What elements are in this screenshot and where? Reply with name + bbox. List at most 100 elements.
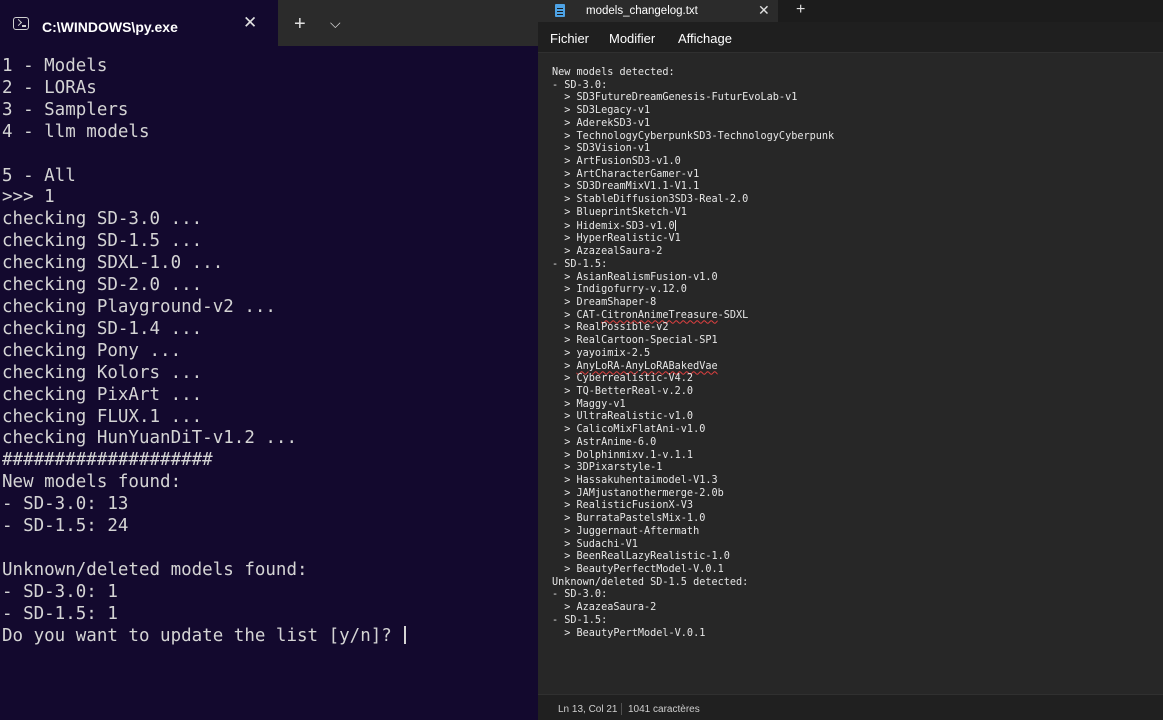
- notepad-line: > Dolphinmixv.1-v.1.1: [552, 449, 694, 461]
- notepad-line: > RealPossible-v2: [552, 322, 669, 334]
- terminal-line: - SD-1.5: 24: [2, 516, 129, 537]
- terminal-line: 4 - llm models: [2, 121, 150, 142]
- close-icon[interactable]: ✕: [243, 13, 257, 33]
- notepad-menu-bar: Fichier Modifier Affichage: [538, 22, 1163, 53]
- terminal-line: checking PixArt ...: [2, 384, 203, 405]
- notepad-line: > Hidemix-SD3-v1.0: [552, 219, 676, 232]
- menu-affichage[interactable]: Affichage: [678, 31, 732, 46]
- notepad-line: - SD-3.0:: [552, 79, 608, 91]
- notepad-line: > yayoimix-2.5: [552, 347, 651, 359]
- notepad-line: > JAMjustanothermerge-2.0b: [552, 487, 724, 499]
- notepad-line: > AzazeaSaura-2: [552, 602, 657, 614]
- notepad-line: > AzazealSaura-2: [552, 246, 663, 258]
- terminal-line: Do you want to update the list [y/n]?: [2, 625, 403, 646]
- spellcheck-underline: AnyLoRA-AnyLoRABakedVae: [576, 360, 718, 372]
- notepad-line: > Cyberrealistic-V4.2: [552, 373, 694, 385]
- terminal-line: Unknown/deleted models found:: [2, 559, 308, 580]
- terminal-tab-bar: C:\WINDOWS\py.exe ✕ + ⌵: [0, 0, 538, 46]
- text-caret: [674, 219, 676, 231]
- terminal-line: checking HunYuanDiT-v1.2 ...: [2, 428, 298, 449]
- notepad-line: New models detected:: [552, 67, 675, 78]
- notepad-line: > BlueprintSketch-V1: [552, 206, 687, 218]
- spellcheck-underline: CitronAnimeTreasure: [601, 309, 718, 321]
- terminal-line: ####################: [2, 450, 213, 471]
- notepad-line: > TQ-BetterReal-v.2.0: [552, 385, 694, 397]
- text-cursor: [404, 625, 407, 644]
- notepad-line: > SD3FutureDreamGenesis-FuturEvoLab-v1: [552, 92, 798, 104]
- terminal-line: 2 - LORAs: [2, 77, 97, 98]
- notepad-line: > AsianRealismFusion-v1.0: [552, 271, 718, 283]
- notepad-line: > BeautyPertModel-V.0.1: [552, 627, 706, 639]
- notepad-line: Unknown/deleted SD-1.5 detected:: [552, 576, 749, 588]
- notepad-line: > ArtCharacterGamer-v1: [552, 168, 700, 180]
- notepad-line: > Juggernaut-Aftermath: [552, 525, 700, 537]
- terminal-line: checking SD-3.0 ...: [2, 209, 203, 230]
- terminal-icon: [13, 17, 29, 30]
- notepad-line: > UltraRealistic-v1.0: [552, 411, 694, 423]
- terminal-line: - SD-3.0: 13: [2, 494, 129, 515]
- terminal-line: checking Playground-v2 ...: [2, 296, 276, 317]
- notepad-line: > SD3Legacy-v1: [552, 105, 651, 117]
- notepad-line: > AstrAnime-6.0: [552, 436, 657, 448]
- terminal-line: checking SD-1.4 ...: [2, 318, 203, 339]
- notepad-line: - SD-1.5:: [552, 258, 608, 270]
- terminal-tab-title: C:\WINDOWS\py.exe: [42, 19, 178, 35]
- notepad-line: > BurrataPastelsMix-1.0: [552, 513, 706, 525]
- notepad-line: > Indigofurry-v.12.0: [552, 284, 687, 296]
- terminal-line: New models found:: [2, 472, 182, 493]
- notepad-line: > CalicoMixFlatAni-v1.0: [552, 424, 706, 436]
- notepad-status-bar: Ln 13, Col 21 1041 caractères: [538, 694, 1163, 720]
- terminal-tab[interactable]: C:\WINDOWS\py.exe ✕: [0, 0, 278, 46]
- terminal-line: - SD-3.0: 1: [2, 581, 118, 602]
- notepad-line: > DreamShaper-8: [552, 296, 657, 308]
- terminal-line: checking Pony ...: [2, 340, 182, 361]
- notepad-line: > HyperRealistic-V1: [552, 233, 681, 245]
- status-character-count: 1041 caractères: [628, 704, 700, 715]
- terminal-line: checking FLUX.1 ...: [2, 406, 203, 427]
- chevron-down-icon[interactable]: ⌵: [330, 15, 341, 32]
- new-tab-button[interactable]: +: [294, 13, 306, 36]
- notepad-tab-title: models_changelog.txt: [586, 5, 698, 17]
- notepad-line: > SD3DreamMixV1.1-V1.1: [552, 181, 700, 193]
- terminal-line: 1 - Models: [2, 56, 108, 76]
- terminal-line: checking SDXL-1.0 ...: [2, 253, 224, 274]
- notepad-line: - SD-3.0:: [552, 589, 608, 601]
- notepad-line: > Sudachi-V1: [552, 538, 638, 550]
- close-icon[interactable]: ✕: [758, 2, 770, 19]
- notepad-file-icon: [555, 4, 565, 17]
- notepad-line: > ArtFusionSD3-v1.0: [552, 156, 681, 168]
- terminal-output[interactable]: 1 - Models 2 - LORAs 3 - Samplers 4 - ll…: [0, 46, 538, 720]
- notepad-editor[interactable]: New models detected: - SD-3.0: > SD3Futu…: [538, 53, 1163, 694]
- notepad-line: > AderekSD3-v1: [552, 117, 651, 129]
- terminal-text: 1 - Models 2 - LORAs 3 - Samplers 4 - ll…: [2, 56, 407, 647]
- terminal-line: - SD-1.5: 1: [2, 603, 118, 624]
- terminal-window: C:\WINDOWS\py.exe ✕ + ⌵ 1 - Models 2 - L…: [0, 0, 538, 720]
- notepad-line: > CAT-CitronAnimeTreasure-SDXL: [552, 309, 749, 321]
- notepad-tab[interactable]: models_changelog.txt ✕: [538, 0, 778, 22]
- notepad-line: > RealisticFusionX-V3: [552, 500, 694, 512]
- notepad-window: models_changelog.txt ✕ + Fichier Modifie…: [538, 0, 1163, 720]
- notepad-line: > AnyLoRA-AnyLoRABakedVae: [552, 360, 718, 372]
- terminal-line: >>> 1: [2, 187, 55, 208]
- notepad-line: > 3DPixarstyle-1: [552, 462, 663, 474]
- terminal-line: checking SD-1.5 ...: [2, 231, 203, 252]
- notepad-line: > TechnologyCyberpunkSD3-TechnologyCyber…: [552, 130, 835, 142]
- notepad-tab-bar: models_changelog.txt ✕ +: [538, 0, 1163, 22]
- menu-modifier[interactable]: Modifier: [609, 31, 655, 46]
- notepad-line: > BeautyPerfectModel-V.0.1: [552, 564, 724, 576]
- notepad-line: > SD3Vision-v1: [552, 143, 651, 155]
- status-divider: [621, 703, 622, 715]
- notepad-line: > RealCartoon-Special-SP1: [552, 335, 718, 347]
- notepad-line: > StableDiffusion3SD3-Real-2.0: [552, 194, 749, 206]
- terminal-line: checking SD-2.0 ...: [2, 275, 203, 296]
- terminal-line: 5 - All: [2, 165, 76, 186]
- menu-fichier[interactable]: Fichier: [550, 31, 589, 46]
- notepad-line: > Maggy-v1: [552, 398, 626, 410]
- terminal-line: 3 - Samplers: [2, 99, 129, 120]
- terminal-line: checking Kolors ...: [2, 362, 203, 383]
- notepad-line: - SD-1.5:: [552, 614, 608, 626]
- notepad-text: New models detected: - SD-3.0: > SD3Futu…: [552, 67, 834, 640]
- notepad-line: > BeenRealLazyRealistic-1.0: [552, 551, 730, 563]
- new-tab-button[interactable]: +: [796, 1, 805, 19]
- notepad-line: > Hassakuhentaimodel-V1.3: [552, 475, 718, 486]
